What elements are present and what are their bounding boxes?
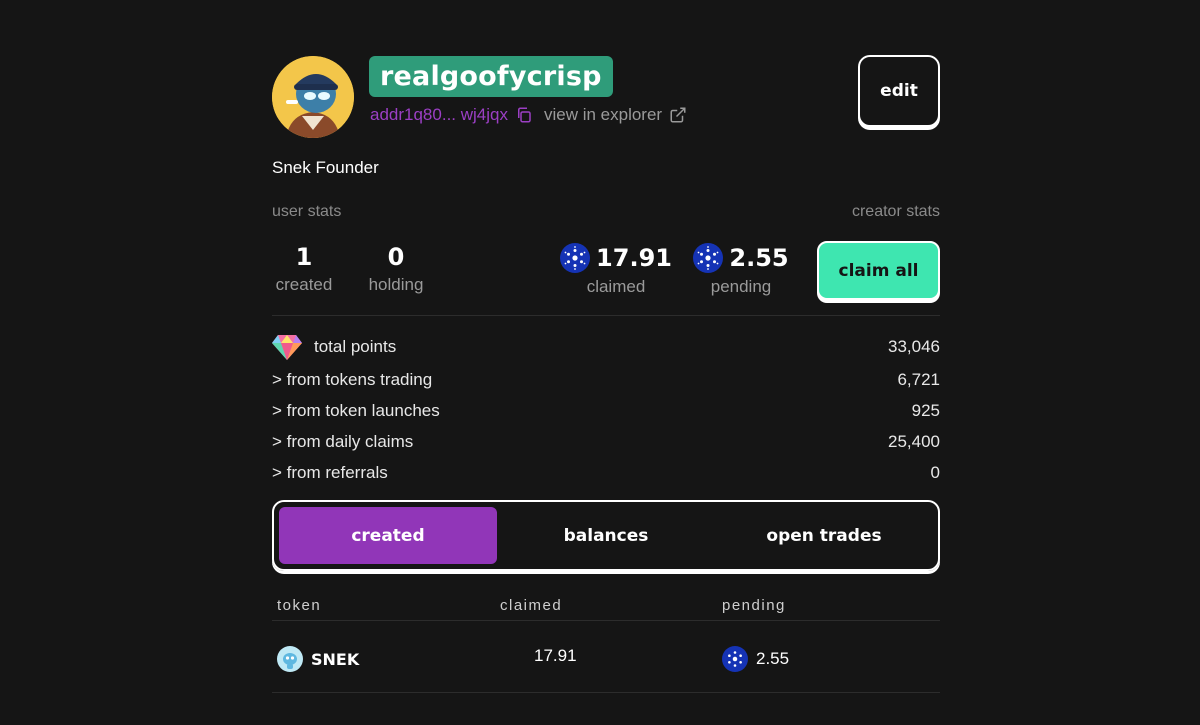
- wallet-address[interactable]: addr1q80... wj4jqx: [370, 105, 508, 125]
- points-row-label: > from token launches: [272, 401, 440, 420]
- total-points-row: total points 33,046: [272, 333, 940, 361]
- profile-bio: Snek Founder: [272, 158, 379, 177]
- divider: [272, 620, 940, 621]
- points-row-trading: > from tokens trading 6,721: [272, 370, 940, 390]
- stat-claimed: 17.91 claimed: [560, 243, 672, 298]
- stat-holding: 0 holding: [364, 243, 428, 296]
- tab-bar: created balances open trades: [272, 500, 940, 571]
- table-header-claimed: claimed: [500, 597, 563, 614]
- stat-created-value: 1: [295, 243, 313, 271]
- gem-icon: [272, 335, 302, 360]
- address-row: addr1q80... wj4jqx view in explorer: [370, 104, 687, 126]
- points-row-label: > from referrals: [272, 463, 388, 482]
- points-row-label: > from daily claims: [272, 432, 414, 451]
- table-row-token[interactable]: SNEK: [277, 646, 359, 672]
- tab-balances[interactable]: balances: [497, 507, 715, 564]
- divider: [272, 692, 940, 693]
- table-header-pending: pending: [722, 597, 786, 614]
- stat-pending: 2.55 pending: [693, 243, 789, 298]
- token-claimed-value: 17.91: [534, 646, 577, 665]
- snek-icon: [277, 646, 303, 672]
- ada-icon: [722, 646, 748, 672]
- user-stats-label: user stats: [272, 203, 342, 220]
- stat-created-label: created: [275, 275, 333, 294]
- points-row-value: 6,721: [897, 370, 940, 389]
- points-row-label: > from tokens trading: [272, 370, 433, 389]
- avatar-image: [272, 56, 354, 138]
- stat-claimed-value: 17.91: [596, 244, 672, 272]
- points-row-value: 0: [930, 463, 940, 482]
- points-row-daily-claims: > from daily claims 25,400: [272, 432, 940, 452]
- view-in-explorer-link[interactable]: view in explorer: [544, 105, 662, 125]
- tab-created[interactable]: created: [279, 507, 497, 564]
- stat-pending-label: pending: [710, 277, 772, 296]
- table-row-pending: 2.55: [722, 646, 789, 672]
- claim-all-button[interactable]: claim all: [817, 241, 940, 300]
- edit-button[interactable]: edit: [858, 55, 940, 127]
- table-row-claimed: 17.91: [534, 646, 577, 666]
- stat-claimed-label: claimed: [586, 277, 646, 296]
- total-points-label: total points: [314, 337, 397, 356]
- points-row-launches: > from token launches 925: [272, 401, 940, 421]
- token-pending-value: 2.55: [756, 649, 790, 668]
- external-link-icon[interactable]: [669, 106, 687, 124]
- table-header-token: token: [277, 597, 322, 614]
- username-badge: realgoofycrisp: [369, 56, 613, 97]
- divider: [272, 315, 940, 316]
- creator-stats-label: creator stats: [851, 203, 940, 220]
- stat-holding-value: 0: [387, 243, 405, 271]
- ada-icon: [693, 243, 724, 273]
- stat-pending-value: 2.55: [729, 244, 789, 272]
- tab-open-trades[interactable]: open trades: [715, 507, 933, 564]
- total-points-value: 33,046: [888, 337, 940, 356]
- points-row-referrals: > from referrals 0: [272, 463, 940, 483]
- copy-icon[interactable]: [515, 106, 533, 124]
- ada-icon: [560, 243, 591, 273]
- points-row-value: 925: [911, 401, 940, 420]
- stat-created: 1 created: [272, 243, 336, 296]
- token-name: SNEK: [311, 649, 360, 669]
- points-row-value: 25,400: [888, 432, 940, 451]
- avatar: [272, 56, 354, 138]
- stat-holding-label: holding: [368, 275, 424, 294]
